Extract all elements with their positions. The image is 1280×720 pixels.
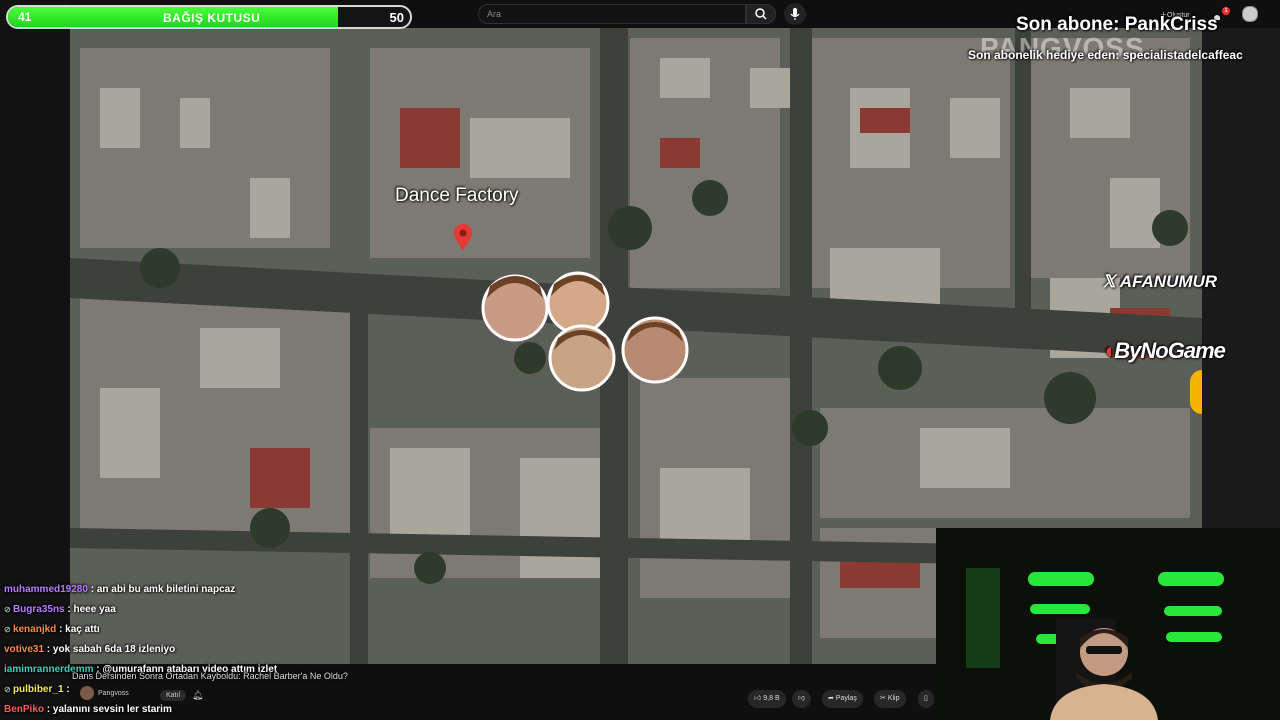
chat-message: ⊘ Bugra35ns : heee yaa (0, 600, 400, 620)
moderator-badge-icon: ⊘ (4, 685, 13, 694)
donation-title: BAĞIŞ KUTUSU (163, 11, 261, 25)
moderator-badge-icon: ⊘ (4, 605, 13, 614)
share-label: Paylaş (835, 695, 857, 702)
chat-username[interactable]: pulbiber_1 (13, 684, 64, 695)
channel-name[interactable]: Pangvoss (98, 690, 129, 697)
chat-message: votive31 : yok sabah 6da 18 izleniyo (0, 640, 400, 660)
notification-badge: 1 (1222, 7, 1230, 15)
video-title[interactable]: Dans Dersinden Sonra Ortadan Kayboldu: R… (72, 671, 348, 681)
chat-username[interactable]: kenanjkd (13, 624, 56, 635)
like-button[interactable]: 👍︎ 9,8 B (748, 690, 786, 708)
search-icon (755, 8, 767, 20)
donation-max: 50 (389, 10, 404, 25)
chat-username[interactable]: Bugra35ns (13, 604, 65, 615)
chat-username[interactable]: votive31 (4, 644, 44, 655)
microphone-icon (790, 8, 800, 20)
x-logo-icon: 𝕏 (1102, 272, 1120, 291)
chat-text: : an abi bu amk biletini napcaz (87, 584, 236, 595)
side-accent-shape (1190, 370, 1202, 414)
search-input[interactable]: Ara (478, 4, 746, 24)
chat-text: : (63, 684, 70, 695)
chat-username[interactable]: BenPiko (4, 704, 44, 715)
chat-text: : heee yaa (64, 604, 116, 615)
bookmark-icon: ▯ (924, 695, 928, 702)
join-button[interactable]: Katıl (160, 690, 187, 701)
voice-search-button[interactable] (784, 3, 806, 25)
channel-avatar[interactable] (80, 686, 94, 700)
donation-current: 41 (18, 10, 32, 24)
chat-username[interactable]: muhammed19280 (4, 584, 88, 595)
webcam-feed (936, 528, 1280, 720)
sponsor-logo-icon: ◖ (1102, 338, 1115, 363)
x-handle-label: AFANUMUR (1119, 272, 1218, 291)
chat-message: BenPiko : yalanını sevsin ler starim (0, 700, 400, 720)
thumbs-up-icon: 👍︎ (754, 695, 764, 702)
chat-message: muhammed19280 : an abi bu amk biletini n… (0, 580, 400, 600)
chat-text: : kaç attı (56, 624, 100, 635)
sponsor-label: ByNoGame (1114, 338, 1226, 363)
subscribe-bell-icon[interactable]: 🔔︎ (192, 690, 203, 701)
like-count: 9,8 B (763, 695, 780, 702)
moderator-badge-icon: ⊘ (4, 625, 13, 634)
share-button[interactable]: ➦ Paylaş (822, 690, 863, 708)
share-icon: ➦ (828, 695, 836, 702)
map-pin-icon[interactable] (454, 224, 472, 250)
sponsor-logo: ◖ByNoGame (1102, 338, 1226, 364)
chat-text: : yalanını sevsin ler starim (44, 704, 172, 715)
donation-progress-bar: 41 BAĞIŞ KUTUSU 50 (6, 5, 412, 29)
account-avatar[interactable] (1242, 6, 1258, 22)
clip-label: Klip (887, 695, 900, 702)
save-button[interactable]: ▯ (918, 690, 934, 708)
clip-button[interactable]: ✂ Klip (874, 690, 906, 708)
map-place-label: Dance Factory (395, 185, 519, 206)
search-button[interactable] (746, 4, 776, 24)
scissors-icon: ✂ (880, 695, 888, 702)
dislike-button[interactable]: 👎︎ (792, 690, 812, 708)
chat-message: ⊘ kenanjkd : kaç attı (0, 620, 400, 640)
chat-text: : yok sabah 6da 18 izleniyo (44, 644, 176, 655)
x-social-handle: 𝕏 AFANUMUR (1102, 272, 1217, 292)
last-subscriber-text: Son abone: PankCriss (1016, 14, 1218, 35)
gift-subscriber-text: Son abonelik hediye eden: specialistadel… (968, 48, 1243, 62)
thumbs-down-icon: 👎︎ (798, 695, 806, 702)
